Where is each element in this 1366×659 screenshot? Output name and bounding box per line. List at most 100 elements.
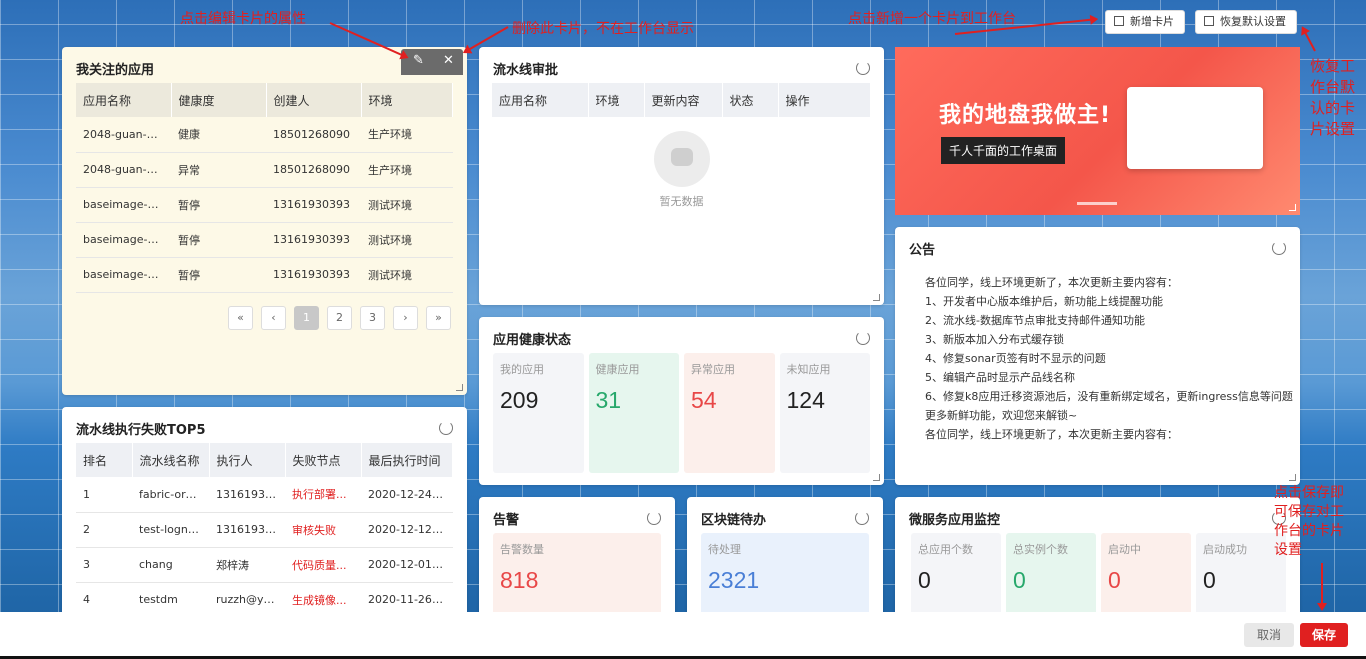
failures-table: 排名 流水线名称 执行人 失败节点 最后执行时间 1 fabric-orde..… (76, 443, 453, 618)
failed-node: 代码质量... (285, 547, 361, 583)
edit-icon[interactable]: ✎ (413, 53, 424, 68)
notice-line: 5、编辑产品时显示产品线名称 (925, 371, 1075, 384)
table-row[interactable]: baseimage-017 暂停 13161930393 测试环境 (76, 257, 453, 293)
refresh-icon[interactable] (647, 511, 661, 525)
page-3-button[interactable]: 3 (360, 306, 385, 330)
column-header: 状态 (722, 83, 779, 117)
creator: 13161930393 (266, 187, 361, 223)
environment: 测试环境 (361, 187, 453, 223)
cancel-button[interactable]: 取消 (1244, 623, 1294, 647)
last-page-button[interactable]: » (426, 306, 451, 330)
stat-healthy-apps[interactable]: 健康应用 31 (588, 353, 679, 473)
resize-handle[interactable] (873, 474, 880, 481)
stat-abnormal-apps[interactable]: 异常应用 54 (684, 353, 775, 473)
prev-page-button[interactable]: ‹ (261, 306, 286, 330)
last-run-time: 2020-12-12 0... (361, 512, 453, 548)
annotation-edit-card: 点击编辑卡片的属性 (180, 11, 306, 27)
add-card-button[interactable]: 新增卡片 (1105, 10, 1185, 34)
annotation-delete-card: 删除此卡片，不在工作台显示 (512, 21, 694, 37)
annotation-line: 作台的卡片 (1274, 523, 1344, 539)
restore-default-button[interactable]: 恢复默认设置 (1195, 10, 1297, 34)
creator: 18501268090 (266, 152, 361, 188)
health: 健康 (171, 117, 266, 153)
empty-state: 暂无数据 (479, 131, 884, 209)
annotation-line: 作台默 (1310, 78, 1356, 96)
stat-value: 209 (500, 387, 539, 413)
approval-table: 应用名称 环境 更新内容 状态 操作 (492, 83, 871, 117)
footer-bar: 取消 保存 (0, 612, 1366, 659)
creator: 18501268090 (266, 117, 361, 153)
stat-label: 我的应用 (500, 363, 544, 376)
stat-unknown-apps[interactable]: 未知应用 124 (779, 353, 870, 473)
stat-label: 健康应用 (595, 363, 640, 376)
table-row[interactable]: baseimage-014 暂停 13161930393 测试环境 (76, 222, 453, 258)
stat-label: 未知应用 (786, 363, 831, 376)
close-icon[interactable]: ✕ (443, 53, 454, 68)
table-row[interactable]: 2048-guan-01-... 健康 18501268090 生产环境 (76, 117, 453, 153)
notice-line: 2、流水线-数据库节点审批支持邮件通知功能 (925, 314, 1145, 327)
card-title: 区块链待办 (701, 513, 767, 528)
stat-label: 待处理 (708, 543, 741, 556)
column-header: 最后执行时间 (361, 443, 453, 477)
stat-label: 异常应用 (691, 363, 735, 376)
table-row[interactable]: 1 fabric-orde... 13161930... 执行部署... 202… (76, 477, 453, 513)
card-title: 公告 (909, 243, 936, 258)
environment: 测试环境 (361, 222, 453, 258)
resize-handle[interactable] (456, 384, 463, 391)
refresh-icon[interactable] (1272, 241, 1286, 255)
banner-subline: 千人千面的工作桌面 (941, 137, 1066, 164)
card-title: 微服务应用监控 (909, 513, 1001, 528)
promo-banner[interactable]: 我的地盘我做主! 千人千面的工作桌面 (895, 47, 1300, 215)
page-2-button[interactable]: 2 (327, 306, 352, 330)
stat-value: 31 (595, 387, 622, 413)
app-name: 2048-guan-01-... (76, 117, 171, 153)
rank: 2 (76, 512, 132, 548)
refresh-icon[interactable] (856, 331, 870, 345)
executor: 郑梓涛 (209, 547, 285, 583)
column-header: 健康度 (171, 83, 267, 117)
resize-handle[interactable] (873, 294, 880, 301)
executor: 13161930... (209, 512, 285, 548)
creator: 13161930393 (266, 257, 361, 293)
notice-line: 1、开发者中心版本维护后，新功能上线提醒功能 (925, 295, 1163, 308)
refresh-icon[interactable] (855, 511, 869, 525)
first-page-button[interactable]: « (228, 306, 253, 330)
table-row[interactable]: baseimage-013 暂停 13161930393 测试环境 (76, 187, 453, 223)
notice-line: 4、修复sonar页签有时不显示的问题 (925, 352, 1106, 365)
column-header: 应用名称 (492, 83, 589, 117)
column-header: 流水线名称 (132, 443, 210, 477)
table-row[interactable]: 3 chang 郑梓涛 代码质量... 2020-12-01 0... (76, 547, 453, 583)
health: 暂停 (171, 187, 266, 223)
annotation-arrow (1301, 27, 1316, 52)
page-1-button[interactable]: 1 (294, 306, 319, 330)
annotation-line: 恢复工 (1310, 57, 1356, 75)
table-row[interactable]: 2048-guan-marx 异常 18501268090 生产环境 (76, 152, 453, 188)
annotation-add-card: 点击新增一个卡片到工作台 (848, 11, 1016, 27)
column-header: 更新内容 (644, 83, 723, 117)
creator: 13161930393 (266, 222, 361, 258)
refresh-icon[interactable] (439, 421, 453, 435)
annotation-line: 可保存对工 (1274, 504, 1344, 520)
column-header: 环境 (361, 83, 453, 117)
environment: 测试环境 (361, 257, 453, 293)
resize-handle[interactable] (1289, 474, 1296, 481)
followed-apps-table: 应用名称 健康度 创建人 环境 2048-guan-01-... 健康 1850… (76, 83, 453, 293)
resize-handle[interactable] (1289, 204, 1296, 211)
banner-headline: 我的地盘我做主! (939, 103, 1112, 128)
pipeline-approval-card: 流水线审批 应用名称 环境 更新内容 状态 操作 暂无数据 (479, 47, 884, 305)
notice-line: 更多新鲜功能，欢迎您来解锁~ (925, 409, 1078, 422)
stat-label: 启动中 (1108, 543, 1141, 556)
next-page-button[interactable]: › (393, 306, 418, 330)
annotation-arrow (1321, 563, 1323, 609)
empty-text: 暂无数据 (659, 195, 704, 208)
card-title: 告警 (493, 513, 520, 528)
save-button[interactable]: 保存 (1300, 623, 1348, 647)
last-run-time: 2020-12-01 0... (361, 547, 453, 583)
stat-my-apps[interactable]: 我的应用 209 (493, 353, 584, 473)
app-name: 2048-guan-marx (76, 152, 171, 188)
rank: 1 (76, 477, 132, 513)
carousel-indicator[interactable] (1077, 202, 1117, 205)
notice-line: 3、新版本加入分布式缓存锁 (925, 333, 1064, 346)
table-row[interactable]: 2 test-logname 13161930... 审核失败 2020-12-… (76, 512, 453, 548)
refresh-icon[interactable] (856, 61, 870, 75)
